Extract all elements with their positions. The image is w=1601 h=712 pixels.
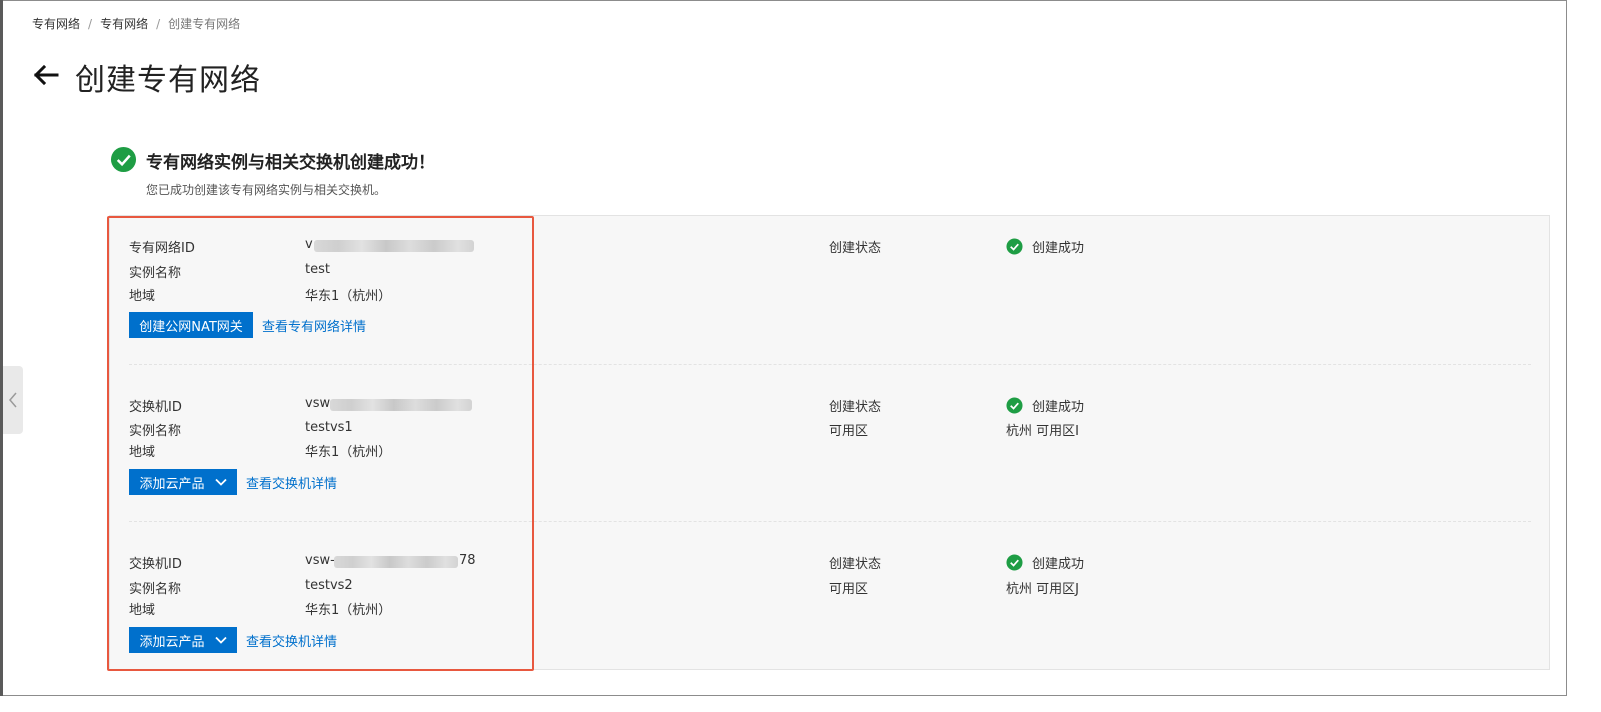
result-subtitle: 您已成功创建该专有网络实例与相关交换机。 <box>146 183 387 197</box>
vswitch-zone-label: 可用区 <box>829 582 869 597</box>
check-circle-icon <box>1006 238 1023 255</box>
vswitch-status-label: 创建状态 <box>829 557 882 572</box>
breadcrumb-item-vpc-root[interactable]: 专有网络 <box>32 15 80 32</box>
chevron-left-icon <box>9 392 17 408</box>
result-title: 专有网络实例与相关交换机创建成功！ <box>146 153 435 173</box>
vpc-status-value: 创建成功 <box>1032 241 1085 256</box>
arrow-left-icon[interactable] <box>31 60 61 90</box>
vswitch-zone-value: 杭州 可用区I <box>1006 424 1079 439</box>
sidebar-collapse-toggle[interactable] <box>3 366 23 434</box>
vswitch-zone-label: 可用区 <box>829 424 869 439</box>
vswitch-zone-value: 杭州 可用区J <box>1006 582 1079 597</box>
check-circle-icon <box>1006 397 1023 414</box>
breadcrumb-item-current: 创建专有网络 <box>168 17 241 31</box>
vswitch-status-label: 创建状态 <box>829 400 882 415</box>
vswitch-status-value: 创建成功 <box>1032 557 1085 572</box>
breadcrumb-item-vpc[interactable]: 专有网络 <box>100 15 148 32</box>
breadcrumb-separator: / <box>156 17 161 31</box>
breadcrumb: 专有网络 / 专有网络 / 创建专有网络 <box>32 15 240 32</box>
vswitch-status-value: 创建成功 <box>1032 400 1085 415</box>
vpc-status-label: 创建状态 <box>829 241 882 256</box>
check-circle-icon <box>110 146 137 173</box>
highlight-box <box>107 216 534 671</box>
breadcrumb-separator: / <box>88 17 93 31</box>
page-title: 创建专有网络 <box>75 63 261 98</box>
check-circle-icon <box>1006 554 1023 571</box>
left-edge-bar <box>0 0 3 696</box>
